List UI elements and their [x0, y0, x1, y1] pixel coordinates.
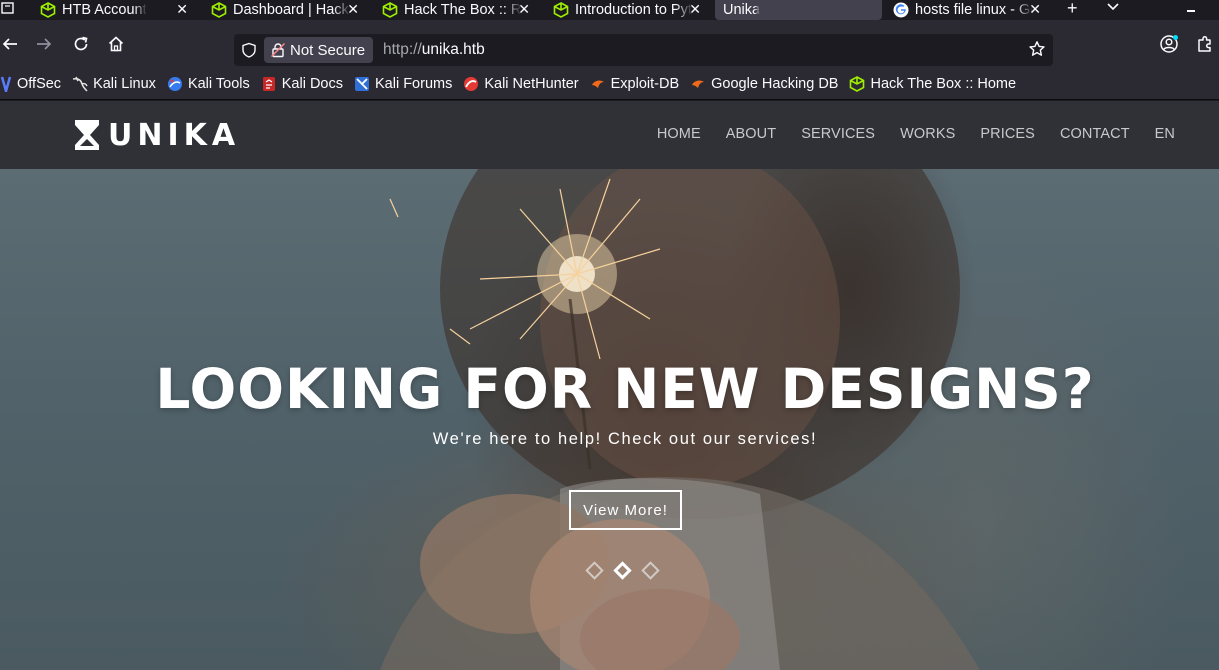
hero-title: LOOKING FOR NEW DESIGNS?: [155, 357, 1095, 421]
bookmark-hack-the-box-home[interactable]: Hack The Box :: Home: [849, 76, 1016, 92]
kali-dragon-icon: [72, 76, 88, 92]
menu-home[interactable]: HOME: [657, 126, 701, 142]
tab-intro-python[interactable]: Introduction to Python ✕: [553, 0, 703, 20]
url-scheme: http://: [383, 41, 422, 58]
tracking-protection-shield-icon[interactable]: [241, 42, 257, 63]
tab-htb-account[interactable]: HTB Account ✕: [40, 0, 190, 20]
htb-cube-icon: [849, 75, 865, 92]
menu-language[interactable]: EN: [1155, 126, 1175, 142]
menu-prices[interactable]: PRICES: [980, 126, 1035, 142]
htb-cube-icon: [40, 2, 56, 18]
bookmark-kali-linux[interactable]: Kali Linux: [72, 76, 156, 92]
view-more-button[interactable]: View More!: [569, 490, 682, 530]
account-icon[interactable]: [1159, 34, 1179, 54]
offsec-icon: [0, 76, 12, 92]
bookmark-exploit-db[interactable]: Exploit-DB: [590, 75, 680, 92]
kali-tools-icon: [167, 76, 183, 92]
bookmark-label: OffSec: [17, 75, 62, 92]
bookmark-label: Exploit-DB: [610, 75, 680, 92]
menu-about[interactable]: ABOUT: [726, 126, 776, 142]
htb-cube-icon: [211, 2, 227, 18]
navigation-toolbar: Not Secure http://unika.htb: [0, 20, 1219, 68]
tab-strip: HTB Account ✕ Dashboard | Hack The Box ✕…: [0, 0, 1219, 20]
htb-cube-icon: [382, 2, 398, 18]
bookmark-kali-nethunter[interactable]: Kali NetHunter: [463, 75, 579, 92]
hero-carousel: LOOKING FOR NEW DESIGNS? We're here to h…: [0, 169, 1219, 670]
bookmark-label: Kali Forums: [374, 75, 453, 92]
ghdb-icon: [690, 76, 706, 92]
menu-contact[interactable]: CONTACT: [1060, 126, 1130, 142]
carousel-dot-3[interactable]: [641, 561, 660, 580]
tab-title: Introduction to Python: [575, 2, 693, 18]
tab-htb-reset[interactable]: Hack The Box :: Reset ✕: [382, 0, 532, 20]
close-tab-icon[interactable]: ✕: [518, 1, 530, 17]
address-bar[interactable]: Not Secure http://unika.htb: [234, 34, 1053, 66]
site-header: UNIKA HOME ABOUT SERVICES WORKS PRICES C…: [0, 101, 1219, 169]
google-icon: [893, 2, 909, 18]
menu-works[interactable]: WORKS: [900, 126, 955, 142]
carousel-indicators: [585, 561, 672, 580]
htb-cube-icon: [553, 2, 569, 18]
tab-unika[interactable]: Unika: [715, 0, 882, 20]
bookmark-label: Kali Linux: [93, 75, 156, 92]
tab-dashboard[interactable]: Dashboard | Hack The Box ✕: [211, 0, 361, 20]
unika-logo[interactable]: UNIKA: [74, 117, 241, 153]
new-tab-icon[interactable]: +: [1067, 0, 1078, 18]
close-tab-icon[interactable]: ✕: [176, 1, 188, 17]
menu-services[interactable]: SERVICES: [801, 126, 875, 142]
close-tab-icon[interactable]: ✕: [689, 1, 701, 17]
exploitdb-icon: [590, 76, 606, 92]
close-tab-icon[interactable]: ✕: [347, 1, 359, 17]
tab-title: hosts file linux - Google: [915, 2, 1033, 18]
logo-text: UNIKA: [108, 117, 241, 153]
home-icon[interactable]: [106, 34, 126, 54]
tab-google-hosts[interactable]: hosts file linux - Google ✕: [893, 0, 1043, 20]
bookmark-star-icon[interactable]: [1028, 40, 1046, 63]
site-menu: HOME ABOUT SERVICES WORKS PRICES CONTACT…: [632, 126, 1175, 142]
minimize-window-icon[interactable]: [1186, 0, 1196, 18]
bookmark-label: Kali Tools: [187, 75, 250, 92]
kali-forums-icon: [354, 76, 370, 92]
url-host: unika.htb: [421, 41, 485, 58]
close-tab-icon[interactable]: ✕: [1029, 1, 1041, 17]
carousel-dot-2-active[interactable]: [613, 561, 632, 580]
tab-title: Hack The Box :: Reset: [404, 2, 522, 18]
bookmark-label: Google Hacking DB: [711, 75, 839, 92]
bookmark-label: Kali NetHunter: [484, 75, 579, 92]
carousel-dot-1[interactable]: [585, 561, 604, 580]
kali-docs-icon: [261, 76, 277, 92]
insecure-lock-icon: [270, 42, 286, 58]
not-secure-label: Not Secure: [290, 41, 366, 59]
hourglass-logo-icon: [75, 120, 99, 150]
bookmark-kali-docs[interactable]: Kali Docs: [261, 76, 343, 92]
bookmark-label: Hack The Box :: Home: [870, 75, 1017, 92]
hero-subtitle: We're here to help! Check out our servic…: [432, 430, 818, 448]
web-page-viewport: UNIKA HOME ABOUT SERVICES WORKS PRICES C…: [0, 101, 1219, 670]
forward-arrow-icon[interactable]: [34, 34, 54, 54]
bookmarks-toolbar: OffSec Kali Linux Kali Tools Kali Docs K…: [0, 68, 1219, 100]
bookmark-label: Kali Docs: [281, 75, 343, 92]
url-text[interactable]: http://unika.htb: [383, 41, 485, 59]
nethunter-icon: [463, 76, 479, 92]
bookmark-kali-forums[interactable]: Kali Forums: [354, 76, 452, 92]
extensions-puzzle-icon[interactable]: [1195, 34, 1215, 54]
list-all-tabs-chevron-icon[interactable]: [1106, 0, 1120, 18]
tab-title: Dashboard | Hack The Box: [233, 2, 351, 18]
tab-title: Unika: [723, 2, 761, 18]
bookmark-google-hacking-db[interactable]: Google Hacking DB: [690, 76, 838, 92]
bookmark-kali-tools[interactable]: Kali Tools: [167, 76, 250, 92]
tab-list-menu-icon[interactable]: [0, 0, 16, 18]
tab-title: HTB Account: [62, 2, 147, 18]
bookmark-offsec[interactable]: OffSec: [0, 76, 61, 92]
back-arrow-icon[interactable]: [0, 34, 20, 54]
site-security-indicator[interactable]: Not Secure: [264, 37, 374, 63]
reload-icon[interactable]: [71, 34, 91, 54]
